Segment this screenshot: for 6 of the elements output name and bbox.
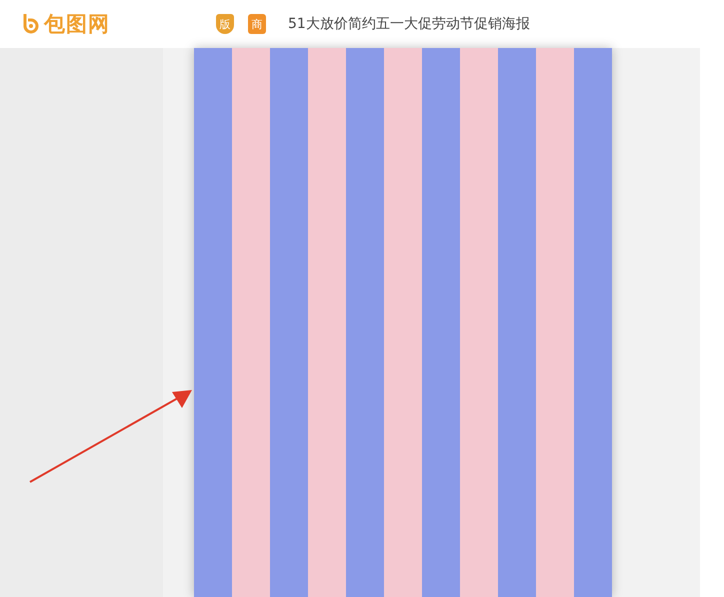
- license-badge: 商: [248, 14, 266, 34]
- license-badge: 版: [216, 14, 234, 34]
- arrow-icon: [28, 388, 194, 484]
- poster-title: 51大放价简约五一大促劳动节促销海报: [288, 15, 530, 33]
- logo-icon: [22, 13, 40, 35]
- site-logo[interactable]: 包图网: [44, 10, 110, 38]
